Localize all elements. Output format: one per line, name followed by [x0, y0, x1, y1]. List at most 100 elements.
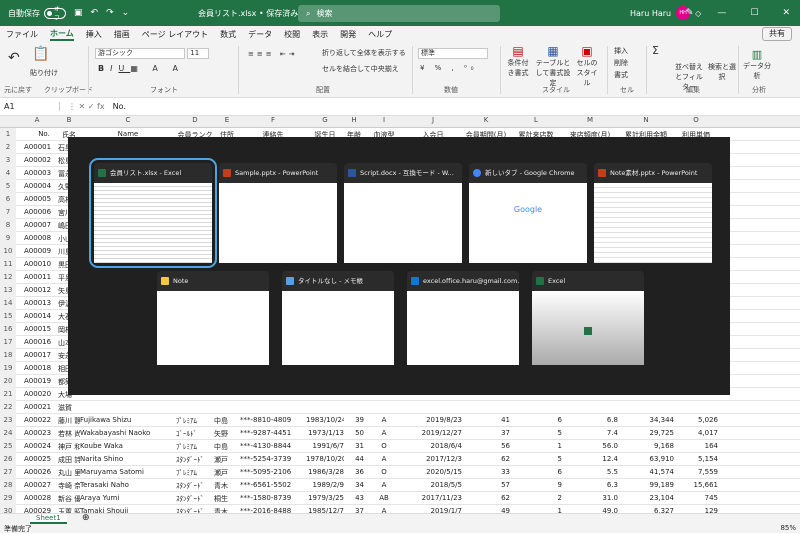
alignment-buttons[interactable]: ≡≡≡ ⇤⇥	[248, 50, 298, 58]
row-number[interactable]: 21	[0, 388, 16, 401]
table-cell[interactable]: 2020/5/15	[404, 468, 462, 476]
add-sheet-icon[interactable]: ⊕	[82, 513, 90, 523]
wrap-text-button[interactable]: 折り返して全体を表示する	[322, 48, 406, 58]
minimize-button[interactable]: —	[717, 8, 726, 18]
table-cell[interactable]: 1979/3/25	[306, 494, 344, 502]
col-header[interactable]: L	[510, 116, 562, 124]
table-cell[interactable]: A	[364, 455, 404, 463]
window-powerpoint-note[interactable]: Note素材.pptx - PowerPoint	[594, 163, 712, 263]
row-number[interactable]: 7	[0, 206, 16, 219]
row-number[interactable]: 24	[0, 427, 16, 440]
table-cell[interactable]: ｽﾀﾝﾀﾞｰﾄﾞ	[176, 481, 214, 491]
table-cell[interactable]: 9,168	[618, 442, 674, 450]
table-cell[interactable]: 745	[674, 494, 718, 502]
table-cell[interactable]: 新谷 優美	[58, 494, 80, 504]
tab-draw[interactable]: 描画	[114, 29, 130, 40]
row-number[interactable]: 3	[0, 154, 16, 167]
row-number[interactable]: 15	[0, 310, 16, 323]
window-word-script[interactable]: Script.docx - 互換モード - W...	[344, 163, 462, 263]
table-cell[interactable]: A	[364, 481, 404, 489]
table-cell[interactable]: 43	[344, 494, 364, 502]
table-cell[interactable]: A	[364, 416, 404, 424]
window-note-folder[interactable]: Note	[157, 271, 269, 365]
table-cell[interactable]: 56.0	[562, 442, 618, 450]
row-number[interactable]: 18	[0, 349, 16, 362]
pen-icon[interactable]: ✎	[686, 8, 694, 18]
row-number[interactable]: 1	[0, 128, 16, 141]
table-cell[interactable]: 滋賀	[58, 403, 80, 413]
tab-data[interactable]: データ	[248, 29, 272, 40]
autosave-toggle[interactable]: オフ	[44, 6, 66, 22]
table-cell[interactable]: 5	[510, 455, 562, 463]
col-header[interactable]: D	[176, 116, 214, 124]
table-cell[interactable]: 41	[462, 416, 510, 424]
conditional-format-button[interactable]: ▤ 条件付き書式	[505, 44, 531, 78]
zoom-level[interactable]: 85%	[780, 524, 796, 532]
table-cell[interactable]: 31	[344, 442, 364, 450]
table-cell[interactable]: 34,344	[618, 416, 675, 424]
insert-cells-button[interactable]: 挿入	[614, 46, 628, 56]
table-cell[interactable]: 中島	[214, 416, 240, 426]
table-cell[interactable]: 5.5	[562, 468, 618, 476]
tab-insert[interactable]: 挿入	[86, 29, 102, 40]
row-number[interactable]: 5	[0, 180, 16, 193]
undo-icon[interactable]: ↶	[8, 50, 20, 66]
table-cell[interactable]: ﾌﾟﾚﾐｱﾑ	[176, 468, 214, 478]
col-header[interactable]: M	[562, 116, 618, 124]
table-cell[interactable]: Terasaki Naho	[80, 481, 176, 489]
table-cell[interactable]: 6	[510, 468, 562, 476]
table-cell[interactable]: 164	[674, 442, 718, 450]
table-cell[interactable]: 神戸 和佳	[58, 442, 80, 452]
table-cell[interactable]: 1	[510, 442, 562, 450]
table-cell[interactable]: ｺﾞｰﾙﾄﾞ	[176, 429, 214, 439]
table-cell[interactable]: 1973/1/13	[306, 429, 344, 437]
table-cell[interactable]: 矢野	[214, 429, 240, 439]
table-cell[interactable]: 44	[344, 455, 364, 463]
tab-developer[interactable]: 開発	[340, 29, 356, 40]
table-cell[interactable]: Fujikawa Shizu	[80, 416, 176, 424]
col-header[interactable]: J	[404, 116, 462, 124]
table-cell[interactable]: 若林 尚子	[58, 429, 80, 439]
row-number[interactable]: 19	[0, 362, 16, 375]
table-cell[interactable]: 2017/12/3	[404, 455, 462, 463]
col-header[interactable]: F	[240, 116, 306, 124]
table-cell[interactable]: 青木	[214, 481, 240, 491]
table-cell[interactable]: 37	[462, 429, 510, 437]
table-cell[interactable]: 41,574	[618, 468, 675, 476]
tab-review[interactable]: 校閲	[284, 29, 300, 40]
table-cell[interactable]: 6.8	[562, 416, 618, 424]
table-cell[interactable]: 5	[510, 429, 562, 437]
search-box[interactable]: ⌕ 検索	[298, 5, 500, 22]
row-number[interactable]: 13	[0, 284, 16, 297]
col-header[interactable]: I	[364, 116, 404, 124]
row-number[interactable]: 23	[0, 414, 16, 427]
table-cell[interactable]: ｽﾀﾝﾀﾞｰﾄﾞ	[176, 494, 214, 504]
col-header[interactable]: N	[618, 116, 674, 124]
table-cell[interactable]: 成田 詩乃	[58, 455, 80, 465]
cell-styles-button[interactable]: ▣ セルのスタイル	[574, 44, 600, 88]
table-cell[interactable]: 56	[462, 442, 510, 450]
row-number[interactable]: 9	[0, 232, 16, 245]
font-name-select[interactable]: 游ゴシック	[95, 48, 185, 59]
tab-home[interactable]: ホーム	[50, 28, 74, 41]
row-number[interactable]: 28	[0, 479, 16, 492]
col-header[interactable]: B	[58, 116, 80, 124]
table-cell[interactable]: ***-9287-4451	[240, 429, 306, 437]
format-as-table-button[interactable]: ▦ テーブルとして書式設定	[535, 44, 571, 88]
table-cell[interactable]: 12.4	[562, 455, 618, 463]
table-cell[interactable]: ***-4130-8844	[240, 442, 306, 450]
table-cell[interactable]: 桐生	[214, 494, 240, 504]
table-cell[interactable]: 31.0	[562, 494, 618, 502]
table-cell[interactable]: 中島	[214, 442, 240, 452]
table-cell[interactable]: 29,725	[618, 429, 675, 437]
table-cell[interactable]: 2017/11/23	[404, 494, 462, 502]
table-cell[interactable]: 34	[344, 481, 364, 489]
table-cell[interactable]: 1983/10/24	[306, 416, 344, 424]
table-cell[interactable]: 7.4	[562, 429, 618, 437]
table-cell[interactable]: O	[364, 442, 404, 450]
table-cell[interactable]: 2018/5/5	[404, 481, 462, 489]
table-cell[interactable]: ｽﾀﾝﾀﾞｰﾄﾞ	[176, 455, 214, 465]
redo-icon[interactable]: ↷	[106, 8, 114, 18]
table-cell[interactable]: 4,017	[674, 429, 718, 437]
row-number[interactable]: 30	[0, 505, 16, 513]
